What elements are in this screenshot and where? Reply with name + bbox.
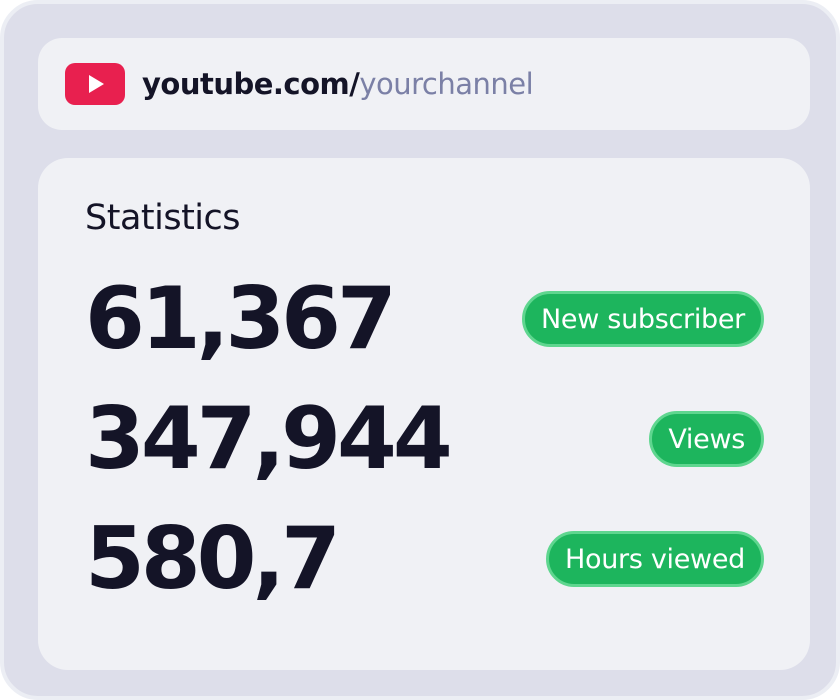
stat-value-views: 347,944 <box>85 389 453 489</box>
stat-row-views: 347,944 Views <box>85 394 764 484</box>
widget-frame: youtube.com/yourchannel Statistics 61,36… <box>0 0 840 700</box>
youtube-play-icon <box>65 63 125 105</box>
url-domain: youtube.com/ <box>142 67 360 101</box>
channel-url-bar[interactable]: youtube.com/yourchannel <box>38 38 810 130</box>
stat-row-new-subscriber: 61,367 New subscriber <box>85 274 764 364</box>
stat-value-hours-viewed: 580,7 <box>85 509 341 609</box>
stat-badge-new-subscriber: New subscriber <box>522 291 764 347</box>
statistics-card: Statistics 61,367 New subscriber 347,944… <box>38 158 810 670</box>
url-path: yourchannel <box>359 67 534 101</box>
stat-badge-views: Views <box>649 411 764 467</box>
statistics-title: Statistics <box>85 198 241 238</box>
stat-badge-hours-viewed: Hours viewed <box>545 531 764 587</box>
channel-url[interactable]: youtube.com/yourchannel <box>142 67 534 101</box>
stat-row-hours-viewed: 580,7 Hours viewed <box>85 514 764 604</box>
stat-value-new-subscriber: 61,367 <box>85 269 397 369</box>
